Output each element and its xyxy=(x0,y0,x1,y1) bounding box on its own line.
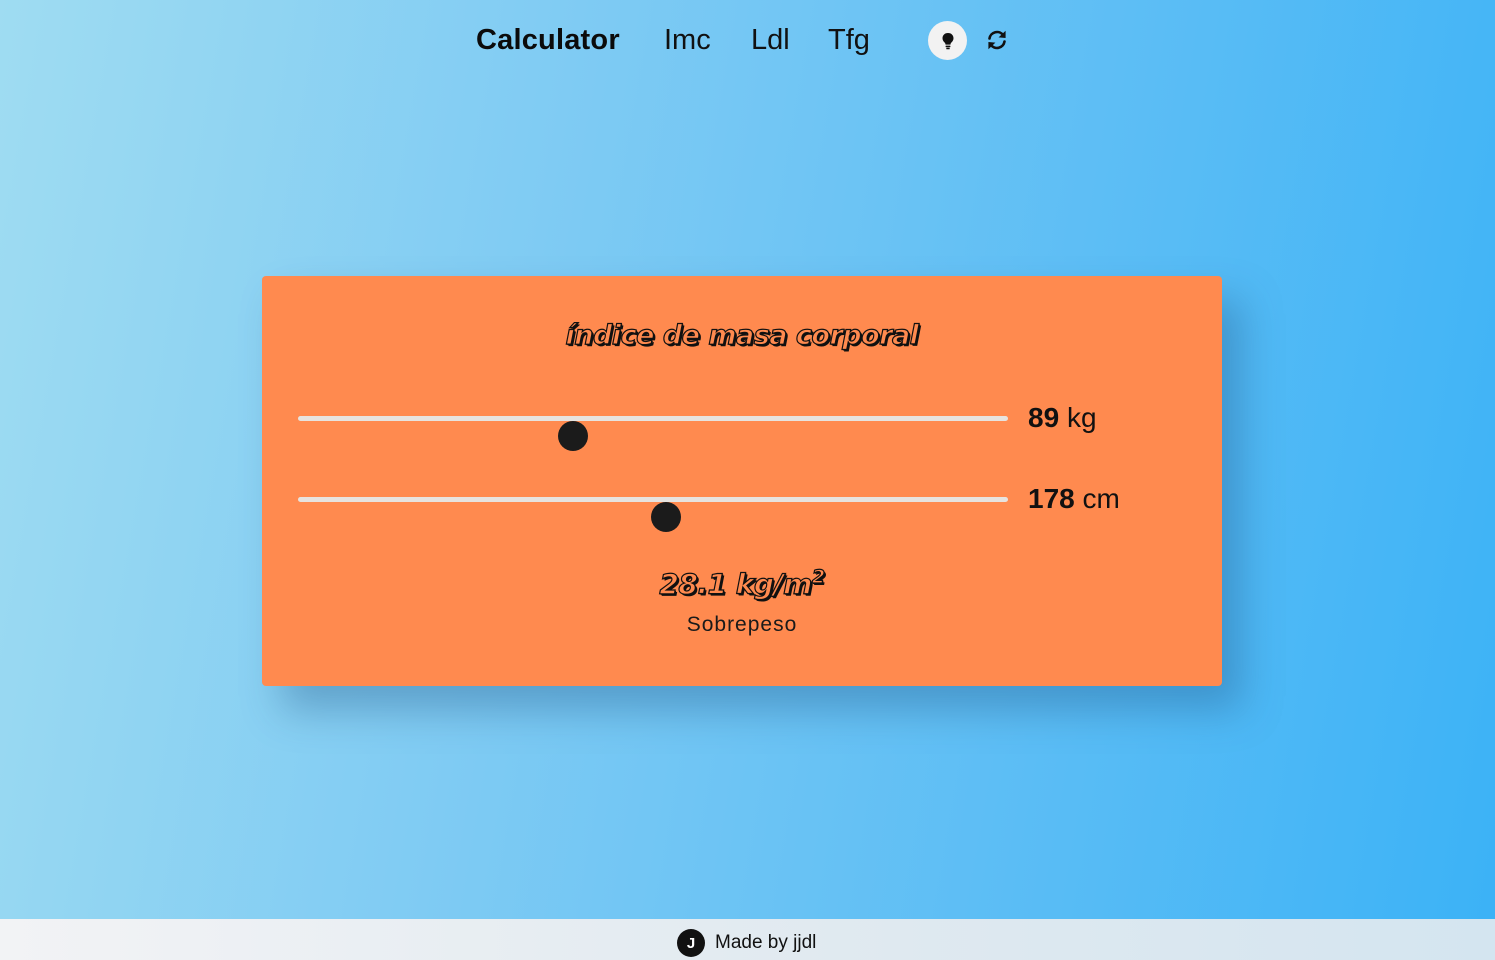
height-slider-thumb[interactable] xyxy=(650,502,681,532)
nav-link-imc[interactable]: Imc xyxy=(664,24,711,57)
nav-link-tfg[interactable]: Tfg xyxy=(828,24,870,57)
footer-credit: Made by jjdl xyxy=(715,932,817,953)
refresh-icon xyxy=(988,30,1006,50)
weight-unit: kg xyxy=(1066,402,1097,433)
author-avatar[interactable]: J xyxy=(677,929,705,957)
weight-slider-thumb[interactable] xyxy=(557,421,588,451)
height-slider-row: 178 cm xyxy=(298,479,1198,532)
card-title: índice de masa corporal xyxy=(565,319,920,351)
bmi-result-exponent: 2 xyxy=(811,565,825,588)
weight-slider-row: 89 kg xyxy=(298,398,1198,451)
height-slider-track[interactable] xyxy=(298,497,1008,532)
bmi-category: Sobrepeso xyxy=(686,613,798,636)
weight-value: 89 xyxy=(1028,402,1060,433)
top-nav: Calculator Imc Ldl Tfg xyxy=(0,0,1495,82)
height-unit: cm xyxy=(1082,483,1120,514)
brand-title[interactable]: Calculator xyxy=(476,24,620,57)
refresh-button[interactable] xyxy=(983,25,1011,55)
bmi-card: índice de masa corporal 89 kg 178 cm 28.… xyxy=(262,276,1222,686)
theme-toggle-button[interactable] xyxy=(928,21,967,60)
height-value: 178 xyxy=(1028,483,1075,514)
lightbulb-icon xyxy=(942,32,953,49)
bmi-result: 28.1 kg/m2 xyxy=(262,565,1222,601)
height-value-label: 178 cm xyxy=(1028,483,1120,515)
footer: J Made by jjdl xyxy=(0,919,1495,960)
bmi-result-value: 28.1 kg/m xyxy=(659,567,813,601)
weight-value-label: 89 kg xyxy=(1028,402,1097,434)
weight-slider-track[interactable] xyxy=(298,416,1008,451)
nav-link-ldl[interactable]: Ldl xyxy=(751,24,790,57)
